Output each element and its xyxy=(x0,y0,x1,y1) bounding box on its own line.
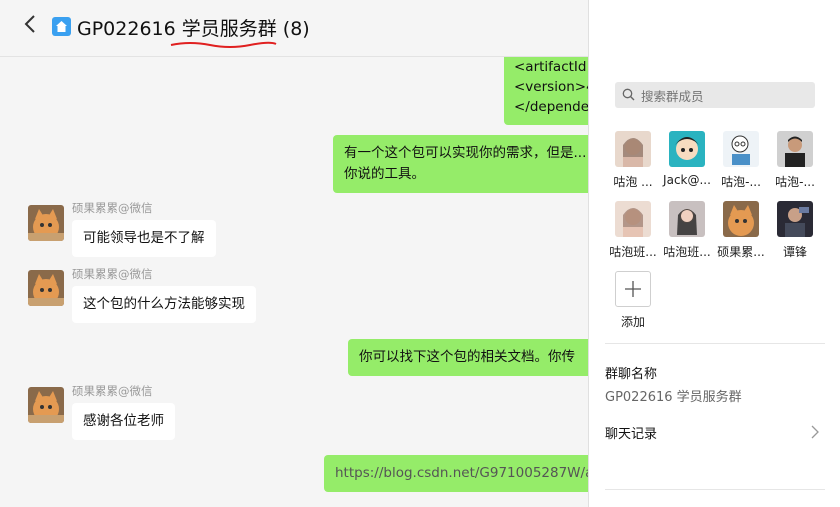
message-text: 有一个这个包可以实现你的需求，但是... xyxy=(344,145,587,161)
chat-title[interactable]: GP022616 学员服务群 (8) xyxy=(77,14,310,41)
message-bubble-incoming[interactable]: 这个包的什么方法能够实现 xyxy=(72,286,256,323)
house-icon xyxy=(52,17,71,36)
chevron-right-icon[interactable] xyxy=(811,424,819,443)
message-text: 你可以找下这个包的相关文档。你传 xyxy=(359,349,575,365)
code-line: </depende xyxy=(514,99,588,115)
divider xyxy=(605,343,825,344)
group-member[interactable]: 咕泡-... xyxy=(767,131,823,190)
message-bubble-code[interactable]: <artifactId <version>4 </depende xyxy=(504,57,588,125)
member-name: 硕果累... xyxy=(717,245,765,259)
member-name: 咕泡班... xyxy=(609,245,657,259)
message-link[interactable]: https://blog.csdn.net/G971005287W/a xyxy=(335,465,588,481)
message-text: 感谢各位老师 xyxy=(83,413,164,429)
group-member[interactable]: 咕泡-... xyxy=(713,131,769,190)
member-name: 咕泡-... xyxy=(721,175,761,189)
code-line: <artifactId xyxy=(514,59,587,75)
sender-avatar[interactable] xyxy=(28,270,64,306)
member-name: 谭锋 xyxy=(782,245,807,259)
group-member[interactable]: Jack@... xyxy=(659,131,715,187)
member-name: 咕泡-... xyxy=(775,175,815,189)
back-button[interactable] xyxy=(24,14,36,40)
member-name: 咕泡 ... xyxy=(613,175,653,189)
message-bubble-outgoing[interactable]: 你可以找下这个包的相关文档。你传 xyxy=(348,339,588,376)
message-text: 你说的工具。 xyxy=(344,166,425,182)
member-avatar xyxy=(615,201,651,237)
sender-name: 硕果累累@微信 xyxy=(72,201,153,215)
member-avatar xyxy=(723,131,759,167)
add-member-label: 添加 xyxy=(620,315,645,329)
sender-avatar[interactable] xyxy=(28,387,64,423)
sender-name: 硕果累累@微信 xyxy=(72,384,153,398)
group-member[interactable]: 咕泡班... xyxy=(605,201,661,260)
message-text: 可能领导也是不了解 xyxy=(83,230,205,246)
message-bubble-incoming[interactable]: 可能领导也是不了解 xyxy=(72,220,216,257)
group-member[interactable]: 咕泡班... xyxy=(659,201,715,260)
sender-avatar[interactable] xyxy=(28,205,64,241)
member-avatar xyxy=(615,131,651,167)
group-name-value[interactable]: GP022616 学员服务群 xyxy=(605,386,742,405)
group-name-label: 群聊名称 xyxy=(605,367,658,382)
member-avatar xyxy=(777,131,813,167)
code-line: <version>4 xyxy=(514,79,588,95)
message-bubble-outgoing-link[interactable]: https://blog.csdn.net/G971005287W/a xyxy=(324,455,588,492)
message-bubble-incoming[interactable]: 感谢各位老师 xyxy=(72,403,175,440)
member-name: Jack@... xyxy=(663,173,711,187)
group-member[interactable]: 谭锋 xyxy=(767,201,823,260)
message-bubble-outgoing[interactable]: 有一个这个包可以实现你的需求，但是... 你说的工具。 xyxy=(333,135,588,193)
message-list[interactable]: <artifactId <version>4 </depende 有一个这个包可… xyxy=(0,57,588,507)
search-icon xyxy=(622,88,635,101)
divider xyxy=(605,489,825,490)
group-member[interactable]: 硕果累... xyxy=(713,201,769,260)
member-search-box[interactable] xyxy=(615,82,815,110)
member-avatar xyxy=(723,201,759,237)
member-avatar xyxy=(669,201,705,237)
member-avatar xyxy=(777,201,813,237)
member-search-input[interactable] xyxy=(639,82,813,110)
member-avatar xyxy=(669,131,705,167)
chevron-left-icon xyxy=(24,15,35,33)
member-name: 咕泡班... xyxy=(663,245,711,259)
plus-icon xyxy=(615,271,651,307)
chat-history-label[interactable]: 聊天记录 xyxy=(605,423,657,442)
add-member-button[interactable]: 添加 xyxy=(605,271,661,330)
red-underline-annotation xyxy=(170,41,277,48)
group-member[interactable]: 咕泡 ... xyxy=(605,131,661,190)
sender-name: 硕果累累@微信 xyxy=(72,267,153,281)
message-text: 这个包的什么方法能够实现 xyxy=(83,296,245,312)
group-info-panel: 咕泡 ... Jack@... 咕泡-... 咕泡-... 咕泡班... 咕泡班… xyxy=(588,0,840,507)
